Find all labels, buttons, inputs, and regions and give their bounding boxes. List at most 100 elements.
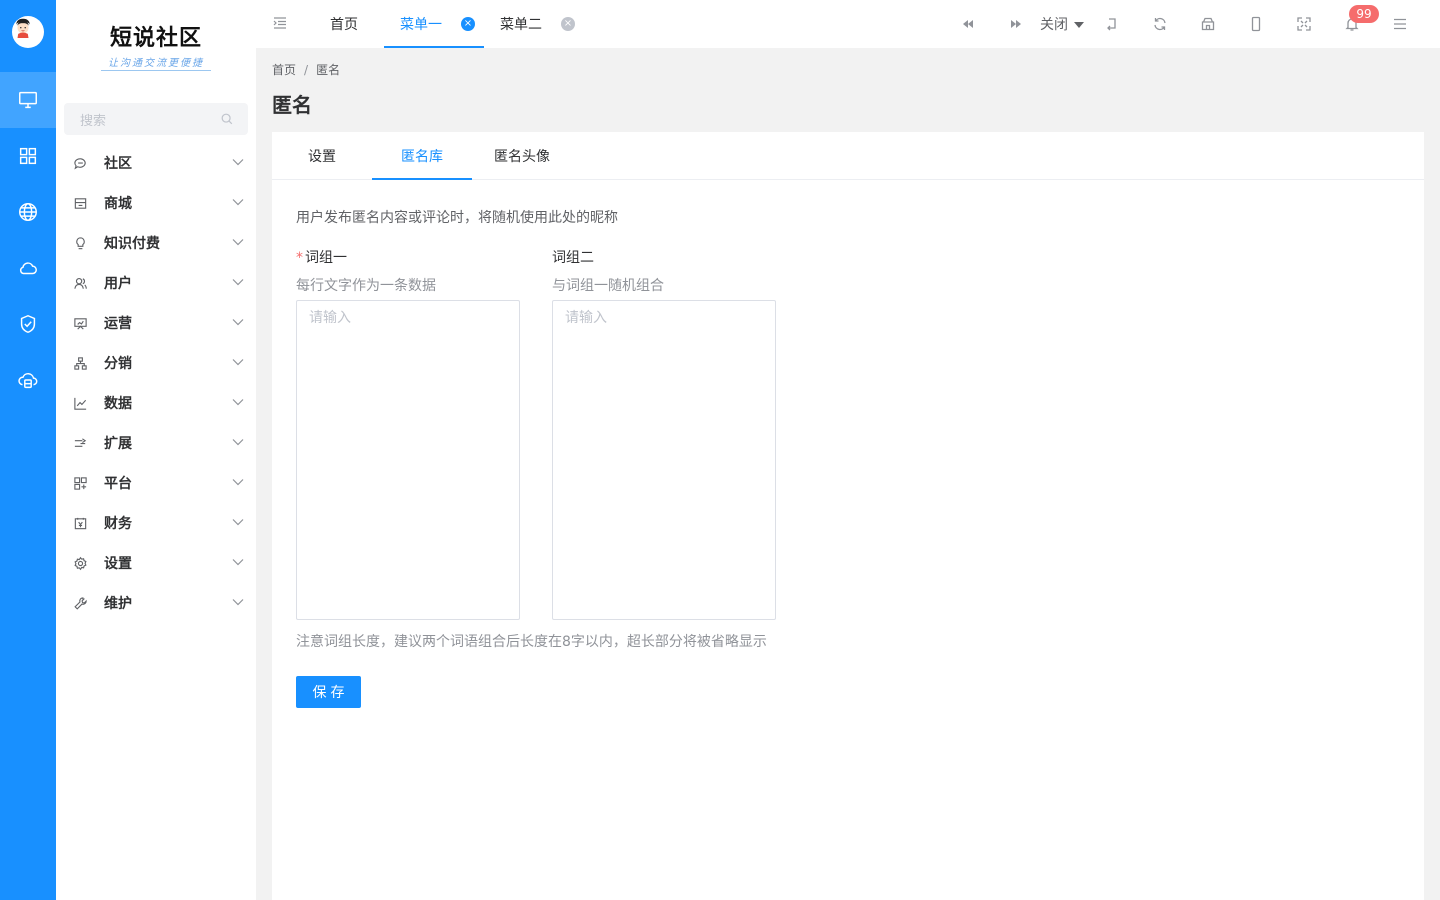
bulb-icon — [75, 236, 85, 249]
sidebar-item-community[interactable]: 社区 — [56, 143, 256, 183]
tab-anonymous-avatar[interactable]: 匿名头像 — [488, 132, 556, 179]
brand-logo[interactable]: 短说社区 让沟通交流更便捷 — [56, 14, 256, 78]
sidebar-item-operations[interactable]: 运营 — [56, 303, 256, 343]
sidebar-item-label: 扩展 — [104, 436, 132, 452]
brand-subtitle: 让沟通交流更便捷 — [108, 58, 204, 69]
more-menu-button[interactable] — [1391, 15, 1409, 33]
sidebar-search[interactable]: 搜索 — [64, 103, 248, 135]
sidebar-item-knowledge[interactable]: 知识付费 — [56, 223, 256, 263]
sidebar-item-label: 分销 — [104, 356, 132, 372]
content-tabs: 设置 匿名库 匿名头像 — [272, 132, 1424, 180]
menu-fold-icon[interactable] — [273, 16, 287, 30]
tab-menu-two[interactable]: 菜单二 × — [500, 0, 575, 48]
sidebar: 短说社区 让沟通交流更便捷 搜索 社区 商城 知识付费 用户 运营 分销 数据 … — [56, 0, 256, 900]
sidebar-item-users[interactable]: 用户 — [56, 263, 256, 303]
shop-icon — [1201, 17, 1215, 31]
content-card: 设置 匿名库 匿名头像 用户发布匿名内容或评论时，将随机使用此处的昵称 * 词组一… — [272, 132, 1424, 900]
rail-item-globe[interactable] — [0, 184, 56, 240]
tab-menu-one[interactable]: 菜单一 × — [384, 0, 484, 48]
group-two-help: 与词组一随机组合 — [552, 278, 664, 294]
chevron-down-icon — [232, 479, 244, 486]
sidebar-item-label: 平台 — [104, 476, 132, 492]
sidebar-item-platform[interactable]: 平台 — [56, 463, 256, 503]
line-chart-icon — [73, 397, 86, 410]
group-one-help: 每行文字作为一条数据 — [296, 278, 436, 294]
sidebar-search-placeholder: 搜索 — [80, 114, 107, 129]
tab-label: 菜单二 — [500, 17, 542, 33]
sidebar-item-extensions[interactable]: 扩展 — [56, 423, 256, 463]
content-tab-active-indicator — [372, 178, 472, 180]
globe-icon — [19, 203, 37, 221]
gear-icon — [73, 556, 87, 570]
chevron-down-icon — [232, 439, 244, 446]
chat-icon — [73, 157, 86, 169]
sidebar-item-maintenance[interactable]: 维护 — [56, 583, 256, 623]
fullscreen-button[interactable] — [1295, 15, 1313, 33]
tab-label: 菜单一 — [400, 17, 442, 33]
breadcrumb-item-home[interactable]: 首页 — [272, 61, 296, 78]
back-button[interactable] — [1103, 15, 1121, 33]
sidebar-item-finance[interactable]: 财务 — [56, 503, 256, 543]
hamburger-icon — [1394, 18, 1406, 30]
sidebar-item-label: 维护 — [104, 596, 132, 612]
refresh-button[interactable] — [1151, 15, 1169, 33]
monitor-icon — [19, 91, 37, 109]
hierarchy-icon — [73, 356, 87, 370]
sidebar-item-label: 财务 — [104, 516, 132, 532]
sidebar-item-label: 知识付费 — [104, 236, 160, 252]
length-note: 注意词组长度，建议两个词语组合后长度在8字以内，超长部分将被省略显示 — [296, 634, 767, 650]
group-one-label-text: 词组一 — [305, 250, 347, 266]
group-two-textarea[interactable] — [552, 300, 776, 620]
required-mark: * — [296, 250, 303, 266]
chevron-down-icon — [232, 519, 244, 526]
mobile-icon — [1251, 16, 1261, 32]
sidebar-item-settings[interactable]: 设置 — [56, 543, 256, 583]
rail-item-cloud-server[interactable] — [0, 352, 56, 408]
tab-scroll-right-button[interactable] — [1007, 15, 1025, 33]
sidebar-item-distribution[interactable]: 分销 — [56, 343, 256, 383]
avatar[interactable] — [12, 16, 44, 48]
topbar: 首页 菜单一 × 菜单二 × 关闭 99 — [256, 0, 1440, 48]
finance-icon — [74, 517, 86, 529]
breadcrumb-item-current: 匿名 — [316, 63, 341, 77]
chevron-down-icon — [232, 319, 244, 326]
grid-icon — [19, 147, 37, 165]
caret-down-icon — [1074, 21, 1084, 28]
tab-settings[interactable]: 设置 — [296, 132, 348, 179]
store-icon — [74, 197, 86, 209]
shield-check-icon — [20, 314, 36, 334]
close-tabs-dropdown[interactable]: 关闭 — [1040, 14, 1084, 34]
rail-item-cloud[interactable] — [0, 240, 56, 296]
chevron-down-icon — [232, 599, 244, 606]
users-icon — [73, 277, 87, 289]
tab-scroll-left-button[interactable] — [959, 15, 977, 33]
breadcrumb: 首页 / 匿名 — [272, 61, 340, 78]
sidebar-item-data[interactable]: 数据 — [56, 383, 256, 423]
return-icon — [1107, 18, 1116, 31]
extend-icon — [74, 437, 86, 447]
rail-item-monitor[interactable] — [0, 72, 56, 128]
fast-forward-icon — [1011, 20, 1021, 28]
tab-home[interactable]: 首页 — [330, 0, 358, 48]
store-button[interactable] — [1199, 15, 1217, 33]
page-title: 匿名 — [272, 93, 312, 117]
tab-close-icon[interactable]: × — [461, 17, 475, 31]
group-one-textarea[interactable] — [296, 300, 520, 620]
brand-title: 短说社区 — [109, 25, 202, 51]
tab-active-indicator — [384, 46, 484, 48]
chevron-down-icon — [232, 559, 244, 566]
content-tab-label: 匿名头像 — [494, 148, 550, 165]
rail-item-grid[interactable] — [0, 128, 56, 184]
sidebar-item-label: 数据 — [104, 396, 132, 412]
apps-icon — [73, 476, 87, 490]
sidebar-item-label: 商城 — [104, 196, 132, 212]
chevron-down-icon — [232, 359, 244, 366]
sidebar-item-mall[interactable]: 商城 — [56, 183, 256, 223]
save-button[interactable]: 保存 — [296, 676, 361, 708]
tab-close-icon[interactable]: × — [561, 17, 575, 31]
rewind-icon — [963, 20, 973, 28]
group-one-label: * 词组一 — [296, 247, 347, 267]
tab-anonymous-library[interactable]: 匿名库 — [372, 132, 472, 180]
mobile-preview-button[interactable] — [1247, 15, 1265, 33]
rail-item-security[interactable] — [0, 296, 56, 352]
